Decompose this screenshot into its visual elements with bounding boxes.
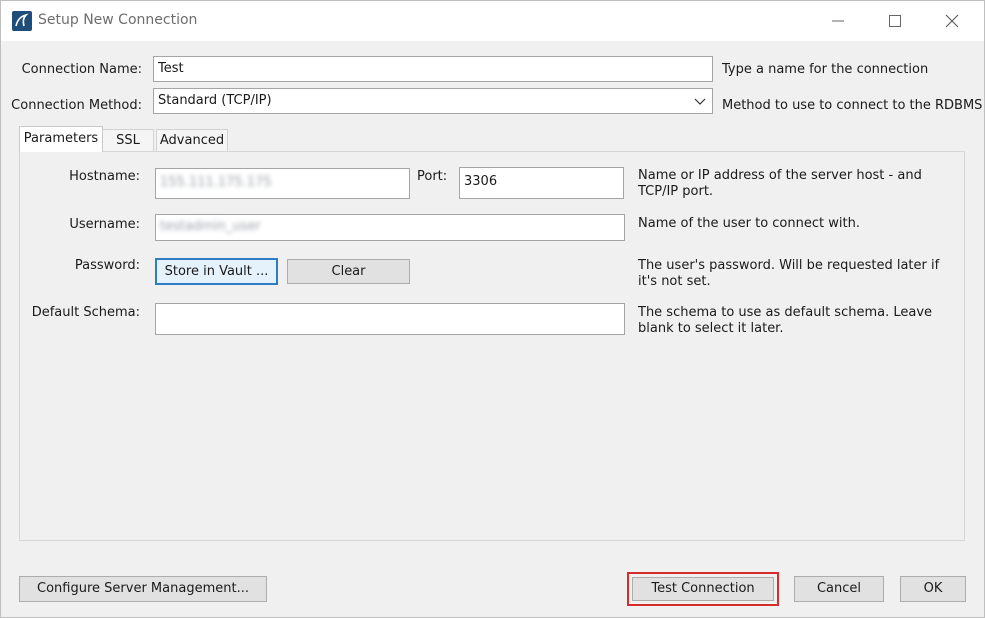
title-bar[interactable]: Setup New Connection: [1, 1, 984, 41]
connection-name-input[interactable]: Test: [153, 56, 713, 82]
minimize-icon: [832, 20, 844, 22]
clear-password-button[interactable]: Clear: [287, 259, 410, 284]
connection-method-help: Method to use to connect to the RDBMS: [722, 98, 983, 113]
setup-connection-dialog: Setup New Connection Connection Name: Te…: [0, 0, 985, 618]
connection-name-help: Type a name for the connection: [722, 62, 929, 77]
close-button[interactable]: [923, 1, 981, 41]
cancel-button[interactable]: Cancel: [794, 576, 884, 602]
username-value: testadmin_user: [160, 219, 261, 234]
connection-name-label: Connection Name:: [21, 62, 142, 77]
tab-parameters[interactable]: Parameters: [19, 126, 103, 152]
connection-name-value: Test: [158, 61, 184, 76]
default-schema-help: The schema to use as default schema. Lea…: [638, 305, 933, 336]
port-input[interactable]: 3306: [459, 167, 624, 199]
store-in-vault-button[interactable]: Store in Vault ...: [155, 258, 278, 285]
hostname-label: Hostname:: [69, 169, 140, 184]
username-input[interactable]: testadmin_user: [155, 214, 625, 241]
tab-advanced[interactable]: Advanced: [156, 129, 228, 152]
default-schema-label: Default Schema:: [31, 305, 140, 320]
minimize-button[interactable]: [809, 1, 867, 41]
close-icon: [945, 14, 959, 28]
username-label: Username:: [69, 217, 140, 232]
configure-server-management-button[interactable]: Configure Server Management...: [19, 576, 267, 602]
ok-button[interactable]: OK: [900, 576, 966, 602]
port-value: 3306: [464, 174, 498, 189]
hostname-help: Name or IP address of the server host - …: [638, 168, 922, 199]
hostname-value: 155.111.175.175: [160, 175, 272, 190]
window-title: Setup New Connection: [38, 12, 198, 28]
connection-method-value: Standard (TCP/IP): [158, 93, 272, 108]
maximize-icon: [889, 15, 901, 27]
parameters-panel: [19, 151, 965, 541]
default-schema-input[interactable]: [155, 303, 625, 335]
mysql-workbench-icon: [12, 11, 32, 31]
hostname-input[interactable]: 155.111.175.175: [155, 168, 410, 199]
port-label: Port:: [417, 169, 448, 184]
maximize-button[interactable]: [866, 1, 924, 41]
connection-method-select[interactable]: Standard (TCP/IP): [153, 88, 713, 114]
test-connection-button[interactable]: Test Connection: [632, 577, 774, 601]
password-label: Password:: [74, 258, 140, 273]
connection-method-label: Connection Method:: [11, 98, 142, 113]
password-help: The user's password. Will be requested l…: [638, 258, 940, 289]
chevron-down-icon: [694, 98, 706, 105]
username-help: Name of the user to connect with.: [638, 216, 860, 231]
tab-ssl[interactable]: SSL: [102, 129, 154, 152]
